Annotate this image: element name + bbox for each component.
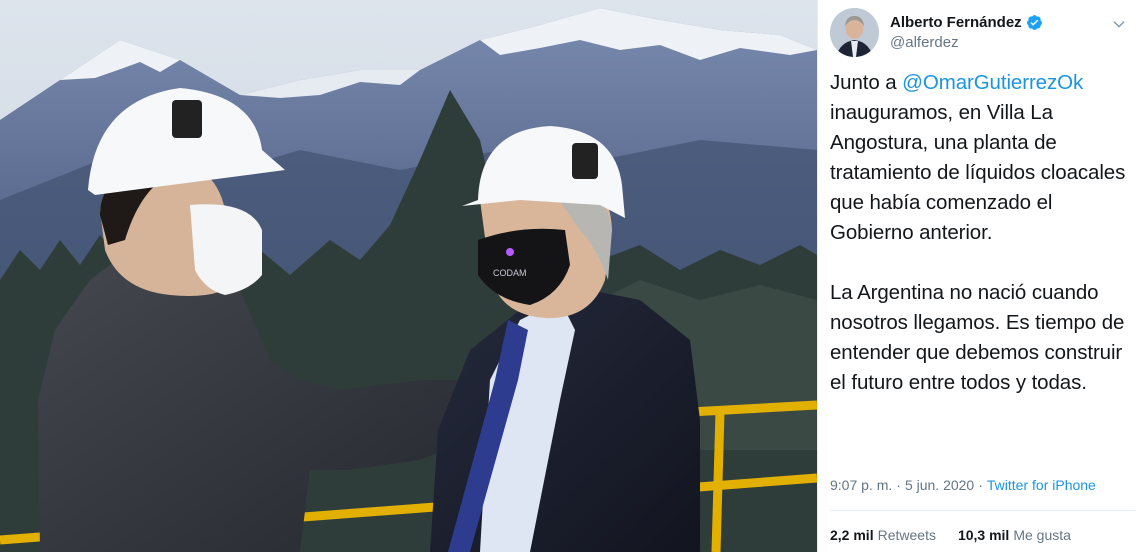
mask-text: CODAM (493, 268, 527, 278)
likes-count[interactable]: 10,3 mil (958, 527, 1009, 543)
handle[interactable]: @alferdez (890, 34, 959, 51)
display-name[interactable]: Alberto Fernández (890, 14, 1022, 31)
tweet-date[interactable]: 5 jun. 2020 (905, 477, 974, 493)
name-row: Alberto Fernández (890, 14, 1043, 31)
tweet-panel: Alberto Fernández @alferdez Junto a @Oma… (817, 0, 1143, 552)
meta-separator: · (978, 477, 983, 493)
likes-label[interactable]: Me gusta (1013, 527, 1071, 543)
divider (830, 510, 1135, 511)
tweet-meta: 9:07 p. m. · 5 jun. 2020 · Twitter for i… (830, 477, 1096, 493)
tweet-paragraph-1: Junto a @OmarGutierrezOk inauguramos, en… (830, 68, 1138, 248)
tweet-text-rest: inauguramos, en Villa La Angostura, una … (830, 101, 1126, 244)
verified-badge-icon (1026, 14, 1043, 31)
tweet-source-link[interactable]: Twitter for iPhone (987, 477, 1096, 493)
mention-link[interactable]: @OmarGutierrezOk (902, 71, 1083, 94)
left-helmet-clip (172, 100, 202, 138)
tweet-header: Alberto Fernández @alferdez (830, 8, 1133, 57)
tweet-photo[interactable]: CODAM (0, 0, 817, 552)
tweet-text-prefix: Junto a (830, 71, 903, 94)
meta-separator: · (896, 477, 901, 493)
photo-scene: CODAM (0, 0, 817, 552)
tweet-text: Junto a @OmarGutierrezOk inauguramos, en… (830, 68, 1138, 398)
tweet-paragraph-2: La Argentina no nació cuando nosotros ll… (830, 281, 1125, 394)
avatar-image (830, 8, 879, 57)
tweet-time[interactable]: 9:07 p. m. (830, 477, 892, 493)
avatar[interactable] (830, 8, 879, 57)
mask-logo-dot (506, 248, 514, 256)
chevron-down-icon[interactable] (1109, 14, 1129, 34)
right-helmet-clip (572, 143, 598, 179)
retweets-count[interactable]: 2,2 mil (830, 527, 874, 543)
retweets-label[interactable]: Retweets (878, 527, 936, 543)
tweet-stats: 2,2 mil Retweets 10,3 mil Me gusta (830, 527, 1071, 543)
